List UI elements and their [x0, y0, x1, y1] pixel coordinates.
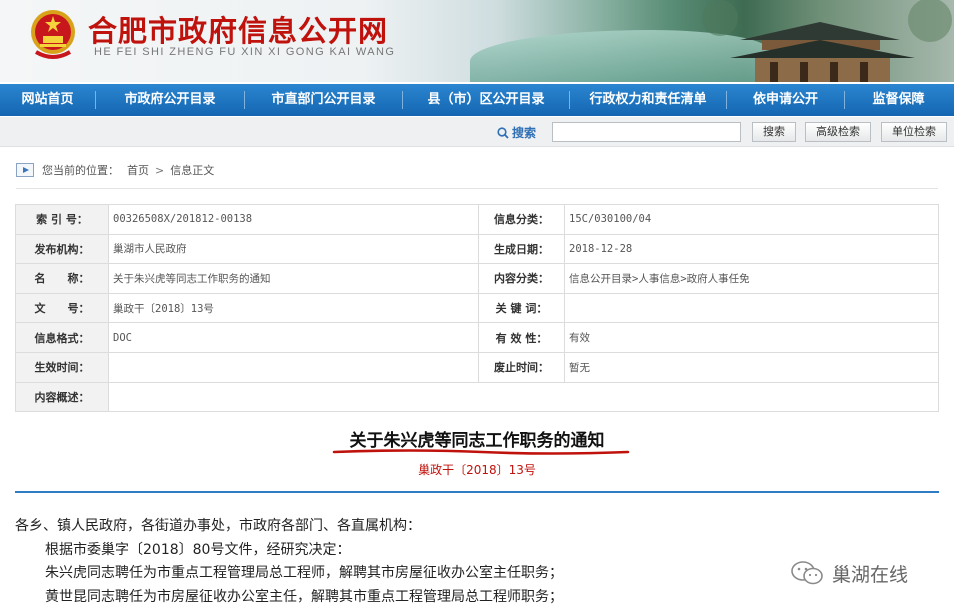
- meta-key: 内容分类：: [478, 263, 565, 294]
- breadcrumb-current: 信息正文: [170, 164, 215, 177]
- document-body: 各乡、镇人民政府，各街道办事处，市政府各部门、各直属机构： 根据市委巢字〔201…: [15, 515, 775, 609]
- breadcrumb-separator-icon: >: [155, 163, 165, 177]
- nav-item-apply-disclosure[interactable]: 依申请公开: [727, 84, 844, 116]
- main-nav: 网站首页 市政府公开目录 市直部门公开目录 县（市）区公开目录 行政权力和责任清…: [0, 84, 954, 116]
- meta-key: 名 称：: [15, 263, 109, 294]
- body-paragraph: 黄世昆同志聘任为市房屋征收办公室主任，解聘其市重点工程管理局总工程师职务；: [45, 588, 563, 605]
- document-number: 巢政干〔2018〕13号: [418, 463, 536, 477]
- meta-value: DOC: [108, 322, 479, 353]
- nav-item-city-gov-catalog[interactable]: 市政府公开目录: [96, 84, 244, 116]
- meta-value: 2018-12-28: [564, 233, 939, 265]
- header-banner: 合肥市政府信息公开网 HE FEI SHI ZHENG FU XIN XI GO…: [0, 0, 954, 82]
- site-pinyin-subtitle: HE FEI SHI ZHENG FU XIN XI GONG KAI WANG: [94, 46, 396, 58]
- nav-item-county-district-catalog[interactable]: 县（市）区公开目录: [403, 84, 569, 116]
- site-title: 合肥市政府信息公开网: [88, 14, 389, 48]
- breadcrumb-divider: [16, 188, 938, 189]
- advanced-search-button[interactable]: 高级检索: [805, 122, 871, 142]
- search-input[interactable]: [552, 122, 741, 142]
- meta-value: 巢政干〔2018〕13号: [108, 292, 479, 324]
- meta-key: 生成日期：: [478, 233, 565, 265]
- meta-key: 信息格式：: [15, 322, 109, 353]
- table-row: 索 引 号： 00326508X/201812-00138 信息分类： 15C/…: [15, 204, 939, 235]
- meta-value: 信息公开目录>人事信息>政府人事任免: [564, 263, 939, 294]
- breadcrumb: 您当前的位置： 首页 > 信息正文: [16, 157, 214, 183]
- breadcrumb-prefix: 您当前的位置：: [42, 164, 119, 177]
- meta-key: 发布机构：: [15, 233, 109, 265]
- location-arrow-icon: [16, 163, 34, 177]
- nav-item-city-dept-catalog[interactable]: 市直部门公开目录: [245, 84, 402, 116]
- meta-value: 关于朱兴虎等同志工作职务的通知: [108, 263, 479, 294]
- meta-value: 有效: [564, 322, 939, 353]
- search-button[interactable]: 搜索: [752, 122, 796, 142]
- table-row: 内容概述：: [15, 381, 939, 413]
- banner-pagoda-image: [702, 0, 952, 82]
- table-row: 文 号： 巢政干〔2018〕13号 关 键 词：: [15, 292, 939, 324]
- nav-item-home[interactable]: 网站首页: [0, 84, 95, 116]
- meta-key: 生效时间：: [15, 351, 109, 383]
- search-label: 搜索: [497, 124, 536, 141]
- meta-key: 文 号：: [15, 292, 109, 324]
- table-row: 生效时间： 废止时间： 暂无: [15, 351, 939, 383]
- search-bar: 搜索 搜索 高级检索 单位检索: [0, 117, 954, 147]
- national-emblem-icon: [31, 10, 75, 59]
- meta-value: [108, 381, 939, 413]
- watermark-text: 巢湖在线: [832, 563, 909, 586]
- table-row: 信息格式： DOC 有 效 性： 有效: [15, 322, 939, 353]
- unit-search-button[interactable]: 单位检索: [881, 122, 947, 142]
- document-metadata-table: 索 引 号： 00326508X/201812-00138 信息分类： 15C/…: [15, 204, 939, 413]
- search-label-text: 搜索: [512, 126, 537, 140]
- breadcrumb-home-link[interactable]: 首页: [127, 162, 149, 178]
- red-underline-mark: [332, 449, 630, 455]
- search-icon: [497, 127, 509, 139]
- body-paragraph: 根据市委巢字〔2018〕80号文件，经研究决定：: [45, 541, 351, 558]
- meta-value: 暂无: [564, 351, 939, 383]
- meta-key: 废止时间：: [478, 351, 565, 383]
- meta-value: 15C/030100/04: [564, 204, 939, 235]
- meta-value: 巢湖市人民政府: [108, 233, 479, 265]
- table-row: 名 称： 关于朱兴虎等同志工作职务的通知 内容分类： 信息公开目录>人事信息>政…: [15, 263, 939, 294]
- meta-value: [108, 351, 479, 383]
- wechat-icon: [791, 561, 823, 585]
- content-divider: [15, 491, 939, 493]
- wechat-watermark: 巢湖在线: [790, 558, 908, 588]
- meta-key: 索 引 号：: [15, 204, 109, 235]
- body-paragraph: 各乡、镇人民政府，各街道办事处，市政府各部门、各直属机构：: [15, 518, 421, 534]
- nav-item-supervision[interactable]: 监督保障: [845, 84, 952, 116]
- meta-value: [564, 292, 939, 324]
- meta-key: 信息分类：: [478, 204, 565, 235]
- meta-key: 内容概述：: [15, 381, 109, 413]
- nav-item-power-responsibility-list[interactable]: 行政权力和责任清单: [570, 84, 726, 116]
- meta-key: 关 键 词：: [478, 292, 565, 324]
- body-paragraph: 朱兴虎同志聘任为市重点工程管理局总工程师，解聘其市房屋征收办公室主任职务；: [45, 565, 563, 581]
- meta-value: 00326508X/201812-00138: [108, 204, 479, 235]
- meta-key: 有 效 性：: [478, 322, 565, 353]
- table-row: 发布机构： 巢湖市人民政府 生成日期： 2018-12-28: [15, 233, 939, 265]
